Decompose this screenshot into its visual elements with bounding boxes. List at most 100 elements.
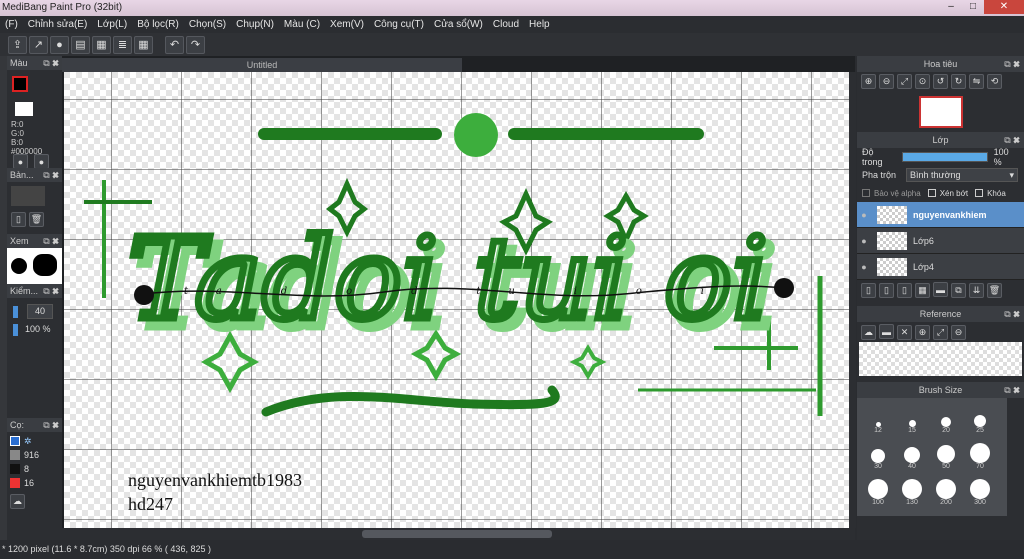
menu-color[interactable]: Màu (C)	[279, 19, 325, 30]
close-button[interactable]: ✕	[984, 0, 1024, 14]
layer-row[interactable]: ● Lớp4	[857, 254, 1024, 280]
close-icon[interactable]: ✕	[897, 324, 912, 340]
trash-icon[interactable]: 🗑	[987, 282, 1002, 298]
share-icon[interactable]: ↗	[29, 35, 48, 54]
blue-swatch[interactable]	[10, 436, 20, 446]
brush-size-option[interactable]: 12	[863, 400, 893, 434]
menu-tools[interactable]: Công cụ(T)	[369, 19, 429, 30]
visibility-dot-icon[interactable]: ●	[857, 210, 871, 220]
brush-size-option[interactable]: 300	[965, 472, 995, 506]
palette-add-icon[interactable]: ☁	[10, 494, 25, 509]
brush-size-option[interactable]: 30	[863, 436, 893, 470]
menu-help[interactable]: Help	[524, 19, 555, 30]
vertical-scrollbar[interactable]	[849, 72, 856, 528]
lock-checkbox[interactable]	[975, 189, 984, 197]
menu-edit[interactable]: Chỉnh sửa(E)	[23, 19, 93, 30]
scroll-thumb[interactable]	[362, 530, 552, 538]
folder-icon[interactable]: ▬	[933, 282, 948, 297]
panel-close-icon[interactable]: ⧉ ✖	[1004, 306, 1020, 322]
visibility-dot-icon[interactable]: ●	[857, 262, 871, 272]
message-icon[interactable]: ▤	[71, 35, 90, 54]
document-tab[interactable]: Untitled	[62, 58, 462, 72]
brush-size-option[interactable]: 15	[897, 400, 927, 434]
layer-row[interactable]: ● Lớp6	[857, 228, 1024, 254]
cloud-icon[interactable]: ☁	[861, 324, 876, 340]
panel-close-icon[interactable]: ⧉ ✖	[43, 168, 59, 182]
page-icon[interactable]: ▯	[11, 212, 26, 227]
layer-opacity-slider[interactable]	[902, 152, 988, 162]
panel-close-icon[interactable]: ⧉ ✖	[43, 56, 59, 70]
horizontal-scrollbar[interactable]	[62, 528, 855, 540]
zoom-out-icon[interactable]: ⊖	[879, 74, 894, 89]
grid-icon[interactable]: ▦	[134, 35, 153, 54]
merge-icon[interactable]: ⇊	[969, 282, 984, 298]
redo-arrow-icon[interactable]: ↷	[186, 35, 205, 54]
new-layer-icon[interactable]: ▯	[861, 282, 876, 298]
menu-select[interactable]: Chọn(S)	[184, 19, 231, 30]
open-folder-icon[interactable]: ▬	[879, 324, 894, 339]
comment-icon[interactable]: ●	[50, 35, 69, 54]
protect-alpha-checkbox[interactable]	[862, 189, 870, 197]
zoom-in-icon[interactable]: ⊕	[861, 74, 876, 89]
color-settings-icon[interactable]: ●	[34, 154, 49, 169]
brush-size-header: Brush Size ⧉ ✖	[857, 382, 1024, 398]
trash-icon[interactable]: 🗑	[29, 212, 44, 227]
menu-cloud[interactable]: Cloud	[488, 19, 524, 30]
settings-gear-icon[interactable]: ✲	[24, 436, 32, 447]
flip-icon[interactable]: ⇋	[969, 74, 984, 89]
new-layer-8bit-icon[interactable]: ▯	[879, 282, 894, 298]
layer-row-selected[interactable]: ● nguyenvankhiem	[857, 202, 1024, 228]
brush-size-option[interactable]: 70	[965, 436, 995, 470]
menu-file[interactable]: (F)	[0, 19, 23, 30]
brush-size-option[interactable]: 130	[897, 472, 927, 506]
foreground-color-swatch[interactable]	[12, 76, 28, 92]
opacity-slider[interactable]	[13, 324, 18, 336]
gray-swatch[interactable]	[10, 450, 20, 460]
brush-size-option[interactable]: 25	[965, 400, 995, 434]
zoom-out-icon[interactable]: ⊖	[951, 324, 966, 340]
blend-mode-select[interactable]: Bình thường ▾	[906, 168, 1019, 182]
rotate-left-icon[interactable]: ↺	[933, 74, 948, 89]
panel-close-icon[interactable]: ⧉ ✖	[43, 284, 59, 298]
size-value[interactable]: 40	[27, 304, 53, 319]
fit-icon[interactable]: ⤢	[933, 324, 948, 340]
restore-button[interactable]: □	[962, 0, 984, 14]
panel-close-icon[interactable]: ⧉ ✖	[43, 418, 59, 432]
menu-filter[interactable]: Bộ lọc(R)	[132, 19, 184, 30]
brush-size-option[interactable]: 20	[931, 400, 961, 434]
halftone-layer-icon[interactable]: ▦	[915, 282, 930, 298]
clipping-checkbox[interactable]	[927, 189, 936, 197]
brush-size-option[interactable]: 40	[897, 436, 927, 470]
actual-size-icon[interactable]: ⊙	[915, 74, 930, 89]
brush-size-option[interactable]: 200	[931, 472, 961, 506]
menu-snap[interactable]: Chụp(N)	[231, 19, 279, 30]
menu-window[interactable]: Cửa sổ(W)	[429, 19, 488, 30]
brush-size-option[interactable]: 100	[863, 472, 893, 506]
palette-value: 916	[24, 450, 40, 460]
duplicate-icon[interactable]: ⧉	[951, 282, 966, 298]
list-icon[interactable]: ≣	[113, 35, 132, 54]
reset-icon[interactable]: ⟲	[987, 74, 1002, 89]
panel-close-icon[interactable]: ⧉ ✖	[1004, 132, 1020, 148]
rotate-right-icon[interactable]: ↻	[951, 74, 966, 89]
visibility-dot-icon[interactable]: ●	[857, 236, 871, 246]
page-icon[interactable]: ▦	[92, 35, 111, 54]
panel-close-icon[interactable]: ⧉ ✖	[1004, 56, 1020, 72]
new-layer-1bit-icon[interactable]: ▯	[897, 282, 912, 298]
white-swatch[interactable]	[15, 102, 33, 116]
size-slider[interactable]	[13, 306, 18, 318]
red-swatch[interactable]	[10, 478, 20, 488]
brush-size-option[interactable]: 50	[931, 436, 961, 470]
minimize-button[interactable]: –	[940, 0, 962, 14]
panel-close-icon[interactable]: ⧉ ✖	[43, 234, 59, 248]
canvas[interactable]: Tadoi tui oi Tadoi tui oi ta d o d tu i …	[64, 72, 850, 528]
add-color-icon[interactable]: ●	[13, 154, 28, 169]
zoom-in-icon[interactable]: ⊕	[915, 324, 930, 340]
menu-view[interactable]: Xem(V)	[325, 19, 369, 30]
export-icon[interactable]: ⇪	[8, 35, 27, 54]
fit-icon[interactable]: ⤢	[897, 74, 912, 89]
menu-layer[interactable]: Lớp(L)	[92, 19, 132, 30]
black-swatch[interactable]	[10, 464, 20, 474]
panel-close-icon[interactable]: ⧉ ✖	[1004, 382, 1020, 398]
undo-arrow-icon[interactable]: ↶	[165, 35, 184, 54]
